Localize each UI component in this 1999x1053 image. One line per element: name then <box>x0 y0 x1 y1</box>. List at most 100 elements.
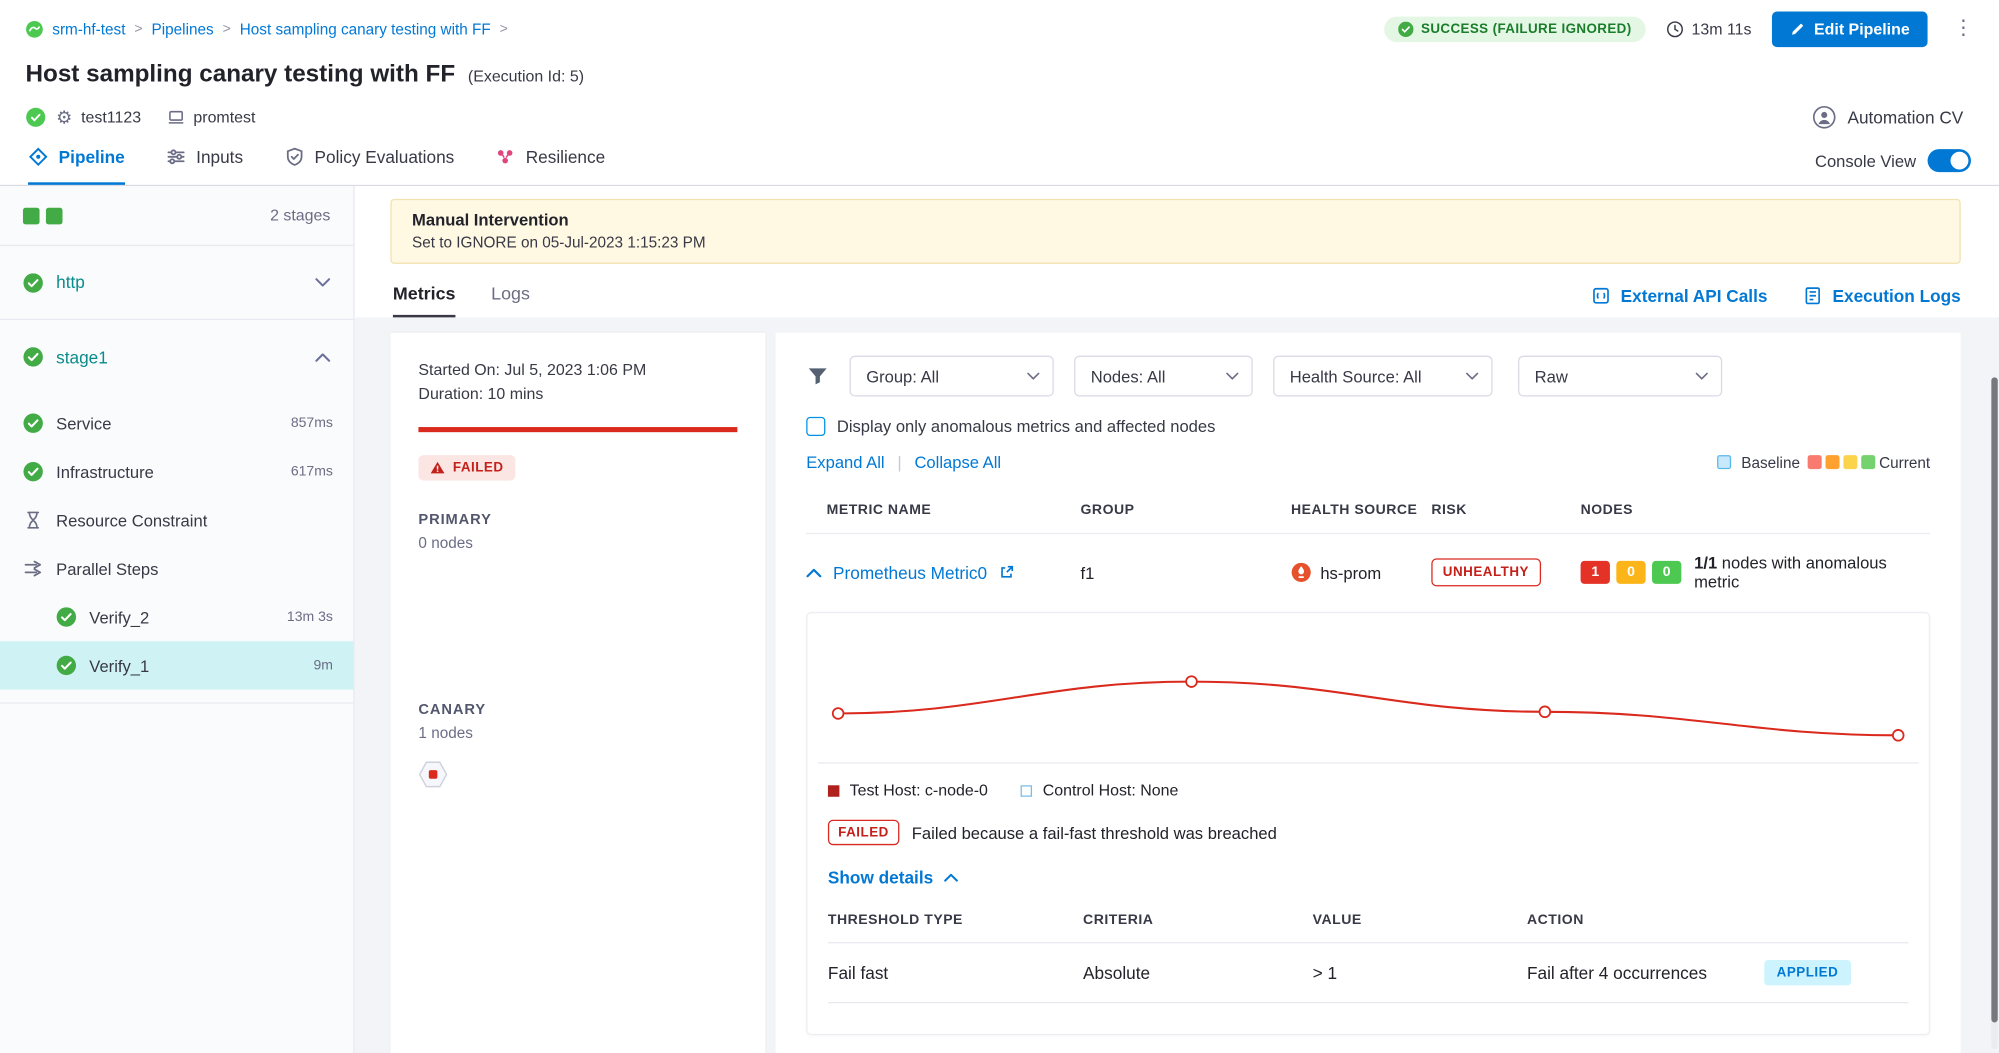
metric-name-link[interactable]: Prometheus Metric0 <box>833 563 987 582</box>
failed-badge: FAILED <box>828 820 899 845</box>
anomalous-metrics-checkbox[interactable] <box>806 417 825 436</box>
primary-label: PRIMARY <box>418 512 737 527</box>
health-source-name: hs-prom <box>1320 563 1381 582</box>
status-badge: SUCCESS (FAILURE IGNORED) <box>1384 17 1646 42</box>
column-header-action: ACTION <box>1527 913 1908 928</box>
collapse-row-chevron-icon[interactable] <box>806 568 821 577</box>
current-legend-swatch-orange <box>1825 455 1839 469</box>
check-circle-icon <box>1398 22 1413 37</box>
column-header-health-source: HEALTH SOURCE <box>1291 502 1431 517</box>
metric-line-chart[interactable] <box>818 631 1919 764</box>
step-label: Resource Constraint <box>56 511 207 530</box>
control-host-legend: Control Host: None <box>1021 781 1178 799</box>
canary-label: CANARY <box>418 702 737 717</box>
risk-badge: UNHEALTHY <box>1431 558 1540 586</box>
test-host-swatch <box>828 785 839 796</box>
external-link-icon[interactable] <box>999 565 1014 580</box>
step-duration: 617ms <box>291 464 333 479</box>
tab-resilience[interactable]: Resilience <box>495 147 605 185</box>
shield-check-icon <box>284 147 304 167</box>
resource-constraint-icon <box>23 510 43 530</box>
sidebar-step-infrastructure[interactable]: Infrastructure 617ms <box>0 447 353 495</box>
chevron-down-icon[interactable] <box>315 278 330 287</box>
criteria-value: Absolute <box>1083 963 1313 982</box>
step-details-panel: Manual Intervention Set to IGNORE on 05-… <box>355 186 1999 1053</box>
tab-inputs[interactable]: Inputs <box>166 147 244 185</box>
metric-detail-card: Test Host: c-node-0 Control Host: None F… <box>806 612 1930 1035</box>
metric-table-row: Prometheus Metric0 f1 hs-prom UNHEALTHY … <box>806 533 1930 609</box>
edit-pipeline-label: Edit Pipeline <box>1814 20 1910 38</box>
tab-logs[interactable]: Logs <box>491 283 530 317</box>
health-source-filter-dropdown[interactable]: Health Source: All <box>1273 356 1492 397</box>
test-host-legend: Test Host: c-node-0 <box>828 781 988 799</box>
sidebar-step-service[interactable]: Service 857ms <box>0 399 353 447</box>
top-bar-actions: SUCCESS (FAILURE IGNORED) 13m 11s Edit P… <box>1384 11 1979 47</box>
tab-pipeline-label: Pipeline <box>59 147 125 166</box>
collapse-all-link[interactable]: Collapse All <box>914 453 1001 472</box>
chevron-down-icon <box>1695 372 1708 380</box>
sidebar-stage-stage1[interactable]: stage1 <box>0 320 353 394</box>
kebab-menu-icon[interactable]: ⋮ <box>1948 19 1979 39</box>
verification-summary-card: Started On: Jul 5, 2023 1:06 PM Duration… <box>390 333 765 1053</box>
parallel-steps-icon <box>23 558 43 578</box>
primary-node-count: 0 nodes <box>418 534 737 552</box>
external-api-calls-label: External API Calls <box>1621 286 1768 305</box>
check-circle-icon <box>23 272 43 292</box>
filter-funnel-icon[interactable] <box>806 365 829 388</box>
execution-logs-link[interactable]: Execution Logs <box>1803 286 1961 306</box>
breadcrumb-project[interactable]: srm-hf-test <box>52 20 125 38</box>
expand-all-link[interactable]: Expand All <box>806 453 884 472</box>
console-view-label: Console View <box>1815 151 1916 170</box>
verification-duration: Duration: 10 mins <box>418 382 737 406</box>
sidebar-step-resource-constraint[interactable]: Resource Constraint <box>0 496 353 544</box>
service-group: ⚙ test1123 <box>56 108 141 126</box>
show-details-link[interactable]: Show details <box>828 868 958 887</box>
status-badge-label: SUCCESS (FAILURE IGNORED) <box>1421 22 1632 37</box>
filter-row: Group: All Nodes: All Health Source: All <box>806 356 1930 397</box>
started-on: Started On: Jul 5, 2023 1:06 PM <box>418 358 737 382</box>
nodes-filter-dropdown[interactable]: Nodes: All <box>1074 356 1253 397</box>
page-scrollbar[interactable] <box>1991 377 1997 1049</box>
breadcrumb-pipelines[interactable]: Pipelines <box>152 20 214 38</box>
group-filter-dropdown[interactable]: Group: All <box>850 356 1054 397</box>
tab-policy-evaluations[interactable]: Policy Evaluations <box>284 147 454 185</box>
sidebar-step-verify2[interactable]: Verify_2 13m 3s <box>0 593 353 641</box>
environment-name: promtest <box>193 108 255 126</box>
stage-status-square <box>46 207 63 224</box>
edit-pipeline-button[interactable]: Edit Pipeline <box>1772 11 1928 47</box>
stages-summary-row: 2 stages <box>0 186 353 246</box>
canary-node-hexagon[interactable] <box>418 760 737 789</box>
sidebar-step-parallel-steps[interactable]: Parallel Steps <box>0 544 353 592</box>
chevron-down-icon <box>1466 372 1479 380</box>
step-label: Infrastructure <box>56 462 154 481</box>
document-icon <box>1803 286 1823 306</box>
chevron-down-icon <box>1226 372 1239 380</box>
inputs-icon <box>166 147 186 167</box>
tab-pipeline[interactable]: Pipeline <box>28 147 125 185</box>
anomalous-filter-row: Display only anomalous metrics and affec… <box>806 417 1930 436</box>
breadcrumb: srm-hf-test > Pipelines > Host sampling … <box>26 20 508 38</box>
sidebar-step-verify1[interactable]: Verify_1 9m <box>0 641 353 689</box>
step-duration: 9m <box>313 658 332 673</box>
app-viewport: srm-hf-test > Pipelines > Host sampling … <box>0 0 1999 1053</box>
verification-status-label: FAILED <box>453 460 504 475</box>
console-view-toggle[interactable] <box>1928 149 1971 172</box>
prometheus-icon <box>1291 562 1311 582</box>
title-row: Host sampling canary testing with FF (Ex… <box>0 47 1999 89</box>
external-api-calls-link[interactable]: External API Calls <box>1591 286 1767 306</box>
canary-node-count: 1 nodes <box>418 724 737 742</box>
scrollbar-thumb[interactable] <box>1991 377 1997 1022</box>
tab-resilience-label: Resilience <box>526 147 605 166</box>
nodes-cell: 1 0 0 1/1 nodes with anomalous metric <box>1581 553 1931 591</box>
column-header-group: GROUP <box>1081 502 1291 517</box>
execution-stages-sidebar: 2 stages http stage1 Service 857ms <box>0 186 355 1053</box>
view-mode-dropdown[interactable]: Raw <box>1518 356 1722 397</box>
anomalous-checkbox-label: Display only anomalous metrics and affec… <box>837 417 1216 436</box>
baseline-legend-label: Baseline <box>1741 453 1800 471</box>
sidebar-stage-http[interactable]: http <box>0 246 353 320</box>
chevron-up-icon[interactable] <box>315 352 330 361</box>
tab-metrics[interactable]: Metrics <box>393 283 456 317</box>
node-count-badge-amber: 0 <box>1616 561 1645 584</box>
breadcrumb-pipeline-name[interactable]: Host sampling canary testing with FF <box>240 20 491 38</box>
stage-status-square <box>23 207 40 224</box>
